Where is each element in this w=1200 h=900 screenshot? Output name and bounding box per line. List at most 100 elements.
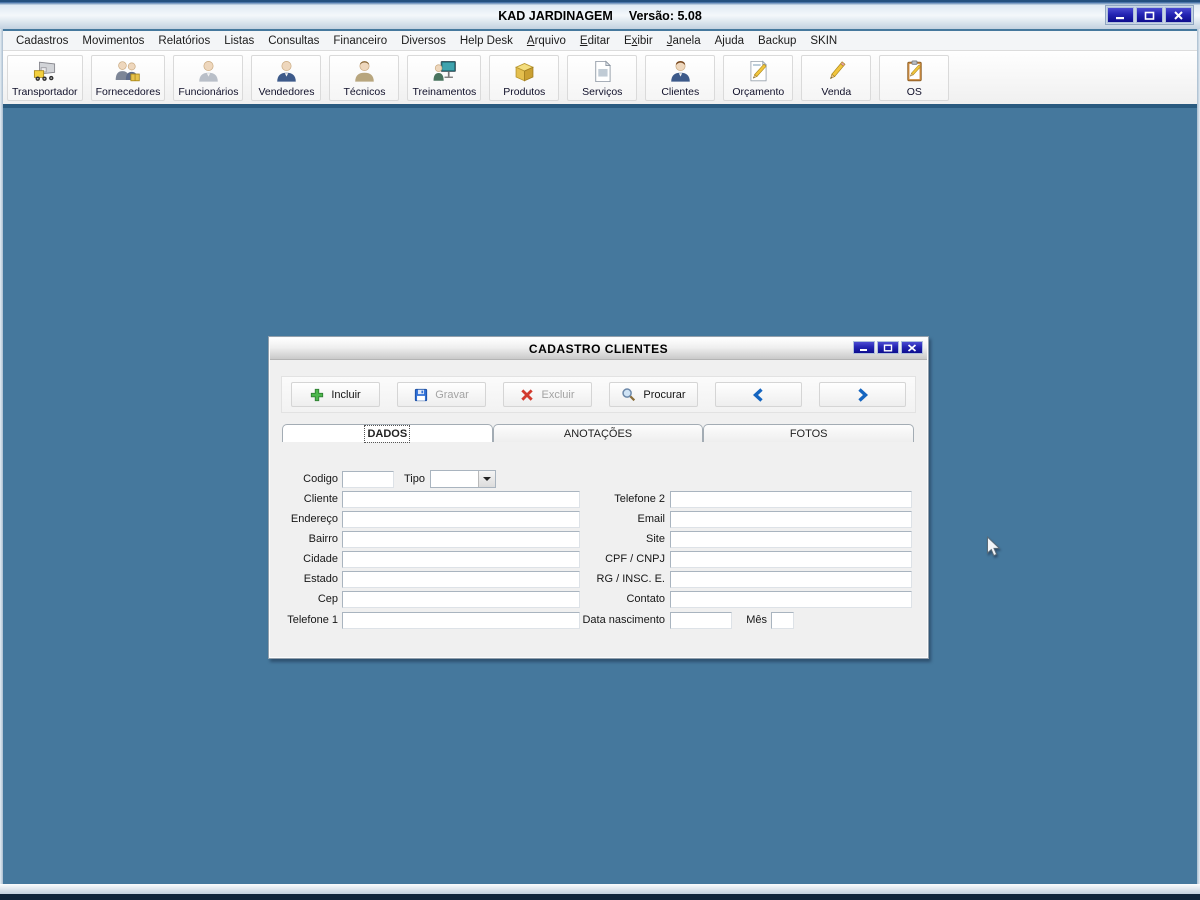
- mes-input[interactable]: [771, 612, 794, 629]
- toolbar-button-label: Vendedores: [258, 85, 315, 98]
- excluir-button-label: Excluir: [541, 388, 575, 401]
- toolbar-button-treinamentos[interactable]: Treinamentos: [407, 55, 482, 101]
- menu-item-exibir[interactable]: Exibir: [617, 33, 660, 49]
- menu-item-skin[interactable]: SKIN: [803, 33, 844, 49]
- minimize-icon: [860, 348, 867, 351]
- close-icon: [907, 343, 917, 352]
- dialog-close-button[interactable]: [901, 341, 923, 354]
- next-icon: [858, 387, 869, 402]
- tab-anotacoes[interactable]: ANOTAÇÕES: [492, 424, 704, 442]
- toolbar-button-servicos[interactable]: Serviços: [567, 55, 638, 101]
- tipo-combobox-dropdown-button[interactable]: [478, 471, 495, 487]
- procurar-button[interactable]: Procurar: [609, 382, 698, 407]
- toolbar-button-tecnicos[interactable]: Técnicos: [329, 55, 400, 101]
- main-titlebar[interactable]: KAD JARDINAGEM Versão: 5.08: [0, 0, 1200, 29]
- menu-item-relatorios[interactable]: Relatórios: [151, 33, 217, 49]
- save-icon: [415, 388, 428, 401]
- technician-icon: [351, 58, 378, 86]
- toolbar-button-fornecedores[interactable]: Fornecedores: [90, 55, 166, 101]
- email-input[interactable]: [670, 511, 912, 528]
- menu-item-helpdesk[interactable]: Help Desk: [453, 33, 520, 49]
- toolbar-button-produtos[interactable]: Produtos: [489, 55, 560, 101]
- tab-anotacoes-label: ANOTAÇÕES: [563, 427, 633, 440]
- maximize-icon: [1144, 11, 1155, 20]
- menu-item-diversos[interactable]: Diversos: [394, 33, 453, 49]
- telefone2-input[interactable]: [670, 491, 912, 508]
- dialog-titlebar[interactable]: CADASTRO CLIENTES: [270, 338, 927, 360]
- data-nascimento-label: Data nascimento: [582, 614, 665, 626]
- site-input[interactable]: [670, 531, 912, 548]
- minimize-button[interactable]: [1107, 7, 1134, 23]
- cpf-cnpj-input[interactable]: [670, 551, 912, 568]
- cliente-input[interactable]: [342, 491, 580, 508]
- dialog-tabs: DADOS ANOTAÇÕES FOTOS: [282, 424, 915, 443]
- toolbar-button-vendedores[interactable]: Vendedores: [251, 55, 322, 101]
- endereco-input[interactable]: [342, 511, 580, 528]
- maximize-button[interactable]: [1136, 7, 1163, 23]
- pencil-icon: [823, 58, 850, 86]
- tab-fotos[interactable]: FOTOS: [703, 424, 915, 442]
- toolbar-button-clientes[interactable]: Clientes: [645, 55, 716, 101]
- dialog-maximize-button[interactable]: [877, 341, 899, 354]
- close-button[interactable]: [1165, 7, 1192, 23]
- menu-item-cadastros[interactable]: Cadastros: [9, 33, 75, 49]
- endereco-label: Endereço: [290, 513, 338, 525]
- toolbar-button-transportador[interactable]: Transportador: [7, 55, 83, 101]
- menu-item-editar[interactable]: Editar: [573, 33, 617, 49]
- menu-item-listas[interactable]: Listas: [217, 33, 261, 49]
- dialog-window-controls: [853, 341, 923, 354]
- contato-input[interactable]: [670, 591, 912, 608]
- main-window-controls: [1105, 5, 1194, 25]
- client-icon: [667, 58, 694, 86]
- cidade-input[interactable]: [342, 551, 580, 568]
- incluir-button[interactable]: Incluir: [291, 382, 380, 407]
- toolbar-button-label: Serviços: [582, 85, 623, 98]
- employee-icon: [195, 58, 222, 86]
- telefone1-input[interactable]: [342, 612, 580, 629]
- toolbar-button-venda[interactable]: Venda: [801, 55, 872, 101]
- gravar-button-label: Gravar: [435, 388, 469, 401]
- toolbar-button-label: Funcionários: [178, 85, 239, 98]
- toolbar-button-label: Produtos: [503, 85, 546, 98]
- close-icon: [1174, 10, 1183, 20]
- maximize-icon: [883, 344, 893, 351]
- menu-item-backup[interactable]: Backup: [751, 33, 803, 49]
- bairro-input[interactable]: [342, 531, 580, 548]
- cep-input[interactable]: [342, 591, 580, 608]
- excluir-button[interactable]: Excluir: [503, 382, 592, 407]
- menu-item-financeiro[interactable]: Financeiro: [326, 33, 394, 49]
- prev-icon: [752, 387, 763, 402]
- toolbar-button-os[interactable]: OS: [879, 55, 950, 101]
- tab-dados-label: DADOS: [364, 424, 411, 443]
- delete-icon: [521, 388, 534, 401]
- chevron-down-icon: [483, 477, 491, 481]
- clipboard-icon: [901, 58, 928, 86]
- toolbar-button-funcionarios[interactable]: Funcionários: [173, 55, 244, 101]
- tipo-combobox-value: [431, 471, 478, 487]
- menu-item-movimentos[interactable]: Movimentos: [75, 33, 151, 49]
- codigo-label: Codigo: [303, 473, 338, 485]
- next-record-button[interactable]: [819, 382, 906, 407]
- dialog-title: CADASTRO CLIENTES: [528, 341, 669, 356]
- toolbar-button-label: Transportador: [12, 85, 78, 98]
- menu-item-consultas[interactable]: Consultas: [261, 33, 326, 49]
- menu-item-arquivo[interactable]: Arquivo: [520, 33, 573, 49]
- previous-record-button[interactable]: [715, 382, 802, 407]
- rg-insc-input[interactable]: [670, 571, 912, 588]
- estado-input[interactable]: [342, 571, 580, 588]
- menu-item-janela[interactable]: Janela: [660, 33, 708, 49]
- dialog-minimize-button[interactable]: [853, 341, 875, 354]
- menu-item-ajuda[interactable]: Ajuda: [708, 33, 751, 49]
- procurar-button-label: Procurar: [643, 388, 686, 401]
- toolbar-button-label: Técnicos: [343, 85, 386, 98]
- tipo-combobox[interactable]: [430, 470, 496, 488]
- codigo-input[interactable]: [342, 471, 394, 488]
- toolbar-button-orcamento[interactable]: Orçamento: [723, 55, 794, 101]
- window-frame-left: [0, 29, 3, 900]
- gravar-button[interactable]: Gravar: [397, 382, 486, 407]
- tab-dados[interactable]: DADOS: [282, 424, 493, 443]
- cep-label: Cep: [317, 593, 338, 605]
- cpf-cnpj-label: CPF / CNPJ: [605, 553, 665, 565]
- box-icon: [511, 58, 538, 86]
- data-nascimento-input[interactable]: [670, 612, 732, 629]
